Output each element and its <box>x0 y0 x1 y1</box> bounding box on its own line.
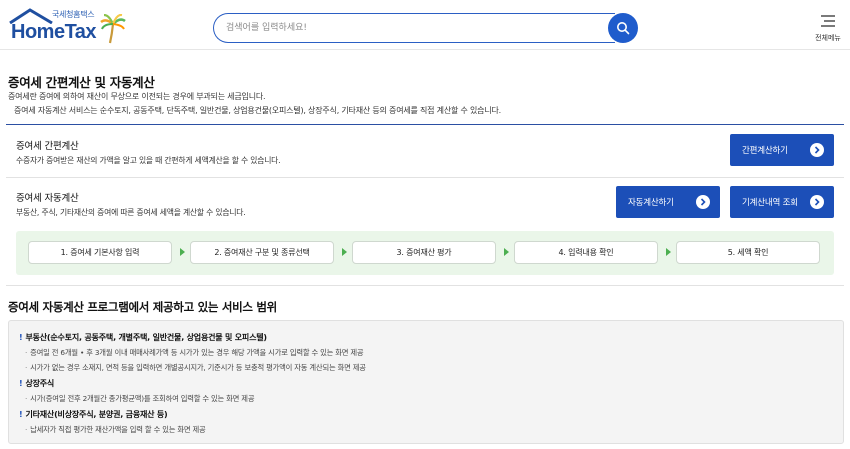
auto-calc-description: 부동산, 주식, 기타재산의 증여에 따른 증여세 세액을 계산할 수 있습니다… <box>16 208 246 217</box>
category-title: 기타재산(비상장주식, 분양권, 금융재산 등) <box>25 410 168 419</box>
bullet-icon: · <box>25 363 28 372</box>
list-item-text: 납세자가 직접 평가한 재산가액을 입력 할 수 있는 화면 제공 <box>30 425 206 434</box>
chevron-right-icon <box>810 143 824 157</box>
category-listed-stock: ! 상장주식 <box>19 378 54 389</box>
title-divider <box>6 124 844 125</box>
category-real-estate: ! 부동산(순수토지, 공동주택, 개별주택, 일반건물, 상업용건물 및 오피스… <box>19 332 267 343</box>
list-item-text: 시가가 없는 경우 소재지, 면적 등을 입력하면 개별공시지가, 기준시가 등… <box>30 363 366 372</box>
hometax-logo[interactable]: 국세청홈택스 HomeTax <box>8 8 128 44</box>
simple-calc-button[interactable]: 간편계산하기 <box>730 134 834 166</box>
header: 국세청홈택스 HomeTax 전체메뉴 <box>0 0 850 50</box>
service-range-title: 증여세 자동계산 프로그램에서 제공하고 있는 서비스 범위 <box>8 300 277 314</box>
logo-subtitle: 국세청홈택스 <box>52 10 95 19</box>
step-5: 5. 세액 확인 <box>676 241 820 264</box>
list-item: · 증여일 전 6개월 • 후 3개월 이내 매매사례가액 등 시가가 있는 경우… <box>25 348 364 358</box>
page-title: 증여세 간편계산 및 자동계산 <box>8 75 155 90</box>
step-arrow-icon <box>666 248 671 256</box>
search-input[interactable] <box>213 13 615 43</box>
simple-calc-title: 증여세 간편계산 <box>16 141 79 152</box>
section-divider <box>6 285 844 286</box>
search-bar <box>213 13 638 43</box>
palm-tree-icon <box>100 14 126 44</box>
search-button[interactable] <box>608 13 638 43</box>
step-arrow-icon <box>504 248 509 256</box>
hamburger-menu-icon <box>821 15 835 27</box>
calc-history-button[interactable]: 기계산내역 조회 <box>730 186 834 218</box>
exclamation-icon: ! <box>19 410 23 419</box>
process-steps: 1. 증여세 기본사항 입력 2. 증여재산 구분 및 종류선택 3. 증여재산… <box>16 231 834 275</box>
bullet-icon: · <box>25 348 28 357</box>
search-icon <box>617 22 630 35</box>
intro-description-1: 증여세란 증여에 의하여 재산이 무상으로 이전되는 경우에 부과되는 세금입니… <box>8 92 266 101</box>
simple-calc-button-label: 간편계산하기 <box>742 146 788 156</box>
chevron-right-icon <box>810 195 824 209</box>
bullet-icon: · <box>25 394 28 403</box>
simple-calc-description: 수증자가 증여받은 재산의 가액을 알고 있을 때 간편하게 세액계산을 할 수… <box>16 156 281 165</box>
section-divider <box>6 177 844 178</box>
list-item: · 시가가 없는 경우 소재지, 면적 등을 입력하면 개별공시지가, 기준시가 … <box>25 363 366 373</box>
intro-description-2: 증여세 자동계산 서비스는 순수토지, 공동주택, 단독주택, 일반건물, 상업… <box>14 106 501 115</box>
service-range-box: ! 부동산(순수토지, 공동주택, 개별주택, 일반건물, 상업용건물 및 오피스… <box>8 320 844 444</box>
exclamation-icon: ! <box>19 379 23 388</box>
auto-calc-button-label: 자동계산하기 <box>628 198 674 208</box>
step-arrow-icon <box>180 248 185 256</box>
list-item-text: 증여일 전 6개월 • 후 3개월 이내 매매사례가액 등 시가가 있는 경우 … <box>30 348 364 357</box>
bullet-icon: · <box>25 425 28 434</box>
step-arrow-icon <box>342 248 347 256</box>
auto-calc-button[interactable]: 자동계산하기 <box>616 186 720 218</box>
category-title: 상장주식 <box>25 379 55 388</box>
category-other-assets: ! 기타재산(비상장주식, 분양권, 금융재산 등) <box>19 409 168 420</box>
step-4: 4. 입력내용 확인 <box>514 241 658 264</box>
full-menu-button[interactable]: 전체메뉴 <box>810 12 846 44</box>
logo-wordmark: HomeTax <box>11 21 97 43</box>
list-item: · 납세자가 직접 평가한 재산가액을 입력 할 수 있는 화면 제공 <box>25 425 206 435</box>
list-item: · 시가(증여일 전후 2개월간 종가평균액)를 조회하여 입력할 수 있는 화면… <box>25 394 255 404</box>
full-menu-label: 전체메뉴 <box>815 34 841 42</box>
calc-history-button-label: 기계산내역 조회 <box>742 198 798 208</box>
auto-calc-title: 증여세 자동계산 <box>16 193 79 204</box>
step-3: 3. 증여재산 평가 <box>352 241 496 264</box>
exclamation-icon: ! <box>19 333 23 342</box>
step-1: 1. 증여세 기본사항 입력 <box>28 241 172 264</box>
category-title: 부동산(순수토지, 공동주택, 개별주택, 일반건물, 상업용건물 및 오피스텔… <box>25 333 267 342</box>
chevron-right-icon <box>696 195 710 209</box>
list-item-text: 시가(증여일 전후 2개월간 종가평균액)를 조회하여 입력할 수 있는 화면 … <box>30 394 255 403</box>
step-2: 2. 증여재산 구분 및 종류선택 <box>190 241 334 264</box>
